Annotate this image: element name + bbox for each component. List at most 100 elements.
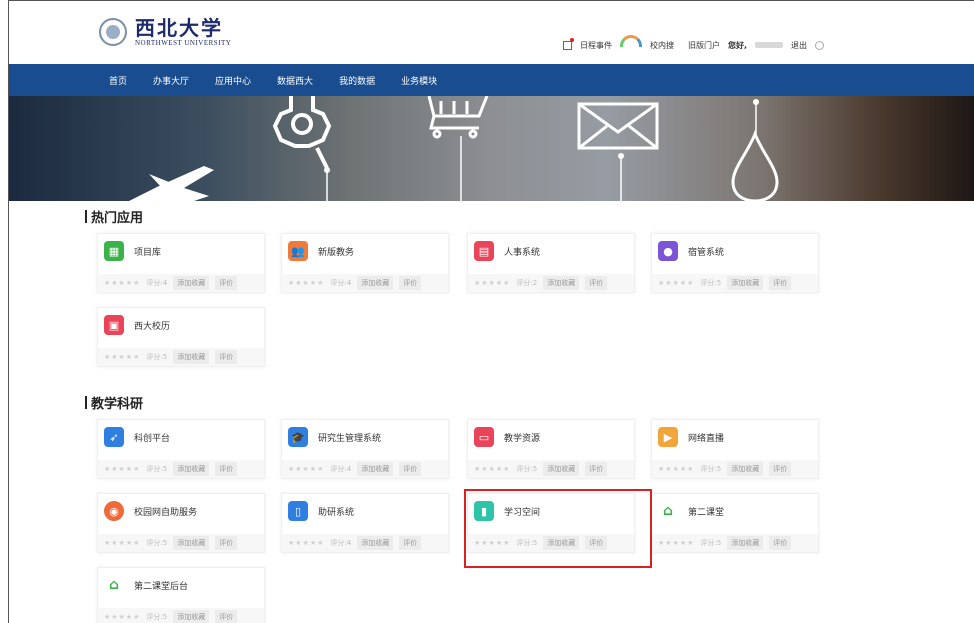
app-card-research-assistant[interactable]: ▯ 助研系统 ★★★★★ 评分:4 添加收藏 评价: [281, 493, 449, 553]
score-label: 评分:4: [146, 279, 168, 287]
rate-button[interactable]: 评价: [399, 462, 422, 476]
add-favorite-button[interactable]: 添加收藏: [173, 610, 210, 623]
rating-stars[interactable]: ★★★★★: [104, 465, 140, 473]
app-name: 校园网自助服务: [134, 507, 198, 518]
app-card-second-classroom-admin[interactable]: ⌂ 第二课堂后台 ★★★★★ 评分:5 添加收藏 评价: [97, 567, 265, 623]
app-card-innovation-platform[interactable]: ➶ 科创平台 ★★★★★ 评分:5 添加收藏 评价: [97, 419, 265, 479]
app-card-project-library[interactable]: ▦ 项目库 ★★★★★ 评分:4 添加收藏 评价: [97, 233, 265, 293]
app-name: 人事系统: [504, 247, 541, 258]
score-label: 评分:5: [146, 465, 168, 473]
rate-button[interactable]: 评价: [399, 536, 422, 550]
app-name: 西大校历: [134, 321, 171, 332]
rating-stars[interactable]: ★★★★★: [288, 279, 324, 287]
rating-stars[interactable]: ★★★★★: [658, 539, 694, 547]
nav-home[interactable]: 首页: [109, 74, 127, 87]
top-links: 日程事件 校内搜 旧版门户 您好, 退出: [562, 35, 824, 51]
rainbow-icon: [619, 35, 642, 47]
add-favorite-button[interactable]: 添加收藏: [357, 462, 394, 476]
highlight-box: [464, 489, 652, 568]
add-favorite-button[interactable]: 添加收藏: [173, 462, 210, 476]
rating-stars[interactable]: ★★★★★: [288, 465, 324, 473]
app-card-graduate-management[interactable]: 🎓 研究生管理系统 ★★★★★ 评分:4 添加收藏 评价: [281, 419, 449, 479]
grid-icon: ▦: [104, 241, 124, 261]
logo-chinese-name: 西北大学: [135, 16, 223, 40]
cart-icon: [427, 96, 489, 139]
score-label: 评分:5: [700, 279, 722, 287]
app-card-campus-network[interactable]: ◉ 校园网自助服务 ★★★★★ 评分:5 添加收藏 评价: [97, 493, 265, 553]
rate-button[interactable]: 评价: [585, 462, 608, 476]
notebook-icon: ▯: [288, 501, 308, 521]
user-icon: ●: [658, 241, 678, 261]
rate-button[interactable]: 评价: [215, 462, 238, 476]
score-label: 评分:4: [330, 539, 352, 547]
add-favorite-button[interactable]: 添加收藏: [173, 536, 210, 550]
nav-data-nwu[interactable]: 数据西大: [277, 74, 313, 87]
app-name: 助研系统: [318, 507, 355, 518]
rating-stars[interactable]: ★★★★★: [474, 465, 510, 473]
logo-english-name: NORTHWEST UNIVERSITY: [135, 39, 232, 47]
app-name: 宿管系统: [688, 247, 725, 258]
rate-button[interactable]: 评价: [215, 276, 238, 290]
rate-button[interactable]: 评价: [769, 462, 792, 476]
classroom-icon: ⌂: [662, 503, 674, 519]
add-favorite-button[interactable]: 添加收藏: [357, 536, 394, 550]
rating-stars[interactable]: ★★★★★: [474, 279, 510, 287]
events-link[interactable]: 日程事件: [580, 40, 612, 51]
rating-stars[interactable]: ★★★★★: [104, 539, 140, 547]
rate-button[interactable]: 评价: [399, 276, 422, 290]
nav-my-data[interactable]: 我的数据: [339, 74, 375, 87]
app-card-dorm-management[interactable]: ● 宿管系统 ★★★★★ 评分:5 添加收藏 评价: [651, 233, 819, 293]
section-title-hot-apps: 热门应用: [85, 207, 143, 226]
add-favorite-button[interactable]: 添加收藏: [727, 462, 764, 476]
nav-app-center[interactable]: 应用中心: [215, 74, 251, 87]
score-label: 评分:4: [330, 465, 352, 473]
rating-stars[interactable]: ★★★★★: [658, 279, 694, 287]
rate-button[interactable]: 评价: [215, 536, 238, 550]
rating-stars[interactable]: ★★★★★: [288, 539, 324, 547]
logout-link[interactable]: 退出: [791, 40, 807, 51]
add-favorite-button[interactable]: 添加收藏: [727, 276, 764, 290]
rate-button[interactable]: 评价: [215, 610, 238, 623]
rate-button[interactable]: 评价: [769, 536, 792, 550]
app-name: 教学资源: [504, 433, 541, 444]
nav-service-hall[interactable]: 办事大厅: [153, 74, 189, 87]
section-title-teaching-research: 教学科研: [85, 393, 143, 412]
score-label: 评分:2: [516, 279, 538, 287]
add-favorite-button[interactable]: 添加收藏: [543, 276, 580, 290]
rating-stars[interactable]: ★★★★★: [104, 353, 140, 361]
score-label: 评分:5: [700, 539, 722, 547]
app-card-second-classroom[interactable]: ⌂ 第二课堂 ★★★★★ 评分:5 添加收藏 评价: [651, 493, 819, 553]
add-favorite-button[interactable]: 添加收藏: [543, 462, 580, 476]
app-card-teaching-resources[interactable]: ▭ 教学资源 ★★★★★ 评分:5 添加收藏 评价: [467, 419, 635, 479]
header: 西北大学 NORTHWEST UNIVERSITY 日程事件 校内搜 旧版门户 …: [9, 1, 974, 64]
app-card-live-stream[interactable]: ▶ 网络直播 ★★★★★ 评分:5 添加收藏 评价: [651, 419, 819, 479]
app-card-hr-system[interactable]: ▤ 人事系统 ★★★★★ 评分:2 添加收藏 评价: [467, 233, 635, 293]
old-portal-link[interactable]: 旧版门户: [688, 40, 720, 51]
settings-icon[interactable]: [815, 40, 824, 50]
score-label: 评分:5: [146, 539, 168, 547]
rate-button[interactable]: 评价: [769, 276, 792, 290]
search-link[interactable]: 校内搜: [650, 40, 674, 51]
add-favorite-button[interactable]: 添加收藏: [727, 536, 764, 550]
globe-icon: ◉: [104, 501, 124, 521]
rating-stars[interactable]: ★★★★★: [104, 613, 140, 621]
app-card-school-calendar[interactable]: ▣ 西大校历 ★★★★★ 评分:5 添加收藏 评价: [97, 307, 265, 367]
rating-stars[interactable]: ★★★★★: [104, 279, 140, 287]
add-favorite-button[interactable]: 添加收藏: [173, 350, 210, 364]
rating-stars[interactable]: ★★★★★: [658, 465, 694, 473]
tv-icon: ▶: [658, 427, 678, 447]
nav-business-module[interactable]: 业务模块: [401, 74, 437, 87]
book-icon: ▭: [474, 427, 494, 447]
seal-icon: [99, 18, 127, 46]
browser-frame: 西北大学 NORTHWEST UNIVERSITY 日程事件 校内搜 旧版门户 …: [8, 0, 974, 623]
rocket-icon: ➶: [104, 427, 124, 447]
app-card-new-academic-affairs[interactable]: 👥 新版教务 ★★★★★ 评分:4 添加收藏 评价: [281, 233, 449, 293]
document-icon: ▤: [474, 241, 494, 261]
rate-button[interactable]: 评价: [585, 276, 608, 290]
score-label: 评分:5: [516, 465, 538, 473]
add-favorite-button[interactable]: 添加收藏: [357, 276, 394, 290]
score-label: 评分:4: [330, 279, 352, 287]
rate-button[interactable]: 评价: [215, 350, 238, 364]
add-favorite-button[interactable]: 添加收藏: [173, 276, 210, 290]
university-logo[interactable]: 西北大学 NORTHWEST UNIVERSITY: [99, 17, 231, 47]
